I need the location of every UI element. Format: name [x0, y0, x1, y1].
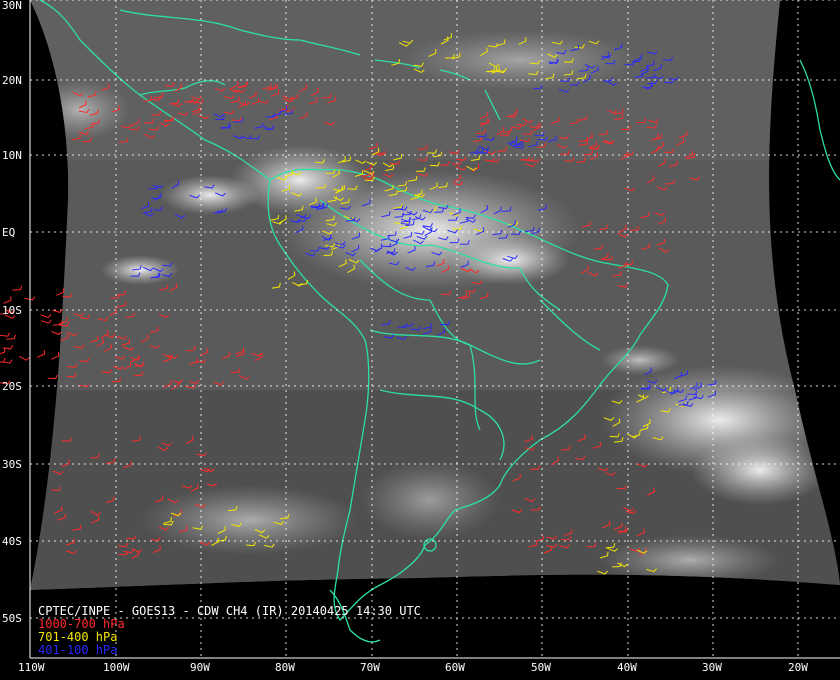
satellite-map	[0, 0, 840, 659]
lon-label: 70W	[360, 661, 380, 674]
wind-barb	[3, 296, 12, 304]
legend-high-level: 401-100 hPa	[38, 643, 118, 657]
lon-label: 50W	[531, 661, 551, 674]
wind-barb	[0, 332, 11, 337]
lat-label: 20N	[2, 74, 22, 87]
lon-label: 80W	[275, 661, 295, 674]
wind-barb	[2, 345, 14, 350]
wind-barb	[12, 285, 23, 291]
lat-label: 40S	[2, 535, 22, 548]
lon-label: 60W	[445, 661, 465, 674]
lat-label: 20S	[2, 380, 22, 393]
wind-barb	[47, 374, 58, 380]
lat-label: 30N	[2, 0, 22, 12]
lat-label: 10S	[2, 304, 22, 317]
wind-barb	[51, 330, 62, 336]
legend-low-level: 1000-700 hPa	[38, 617, 125, 631]
lon-label: 110W	[18, 661, 45, 674]
wind-barb	[18, 355, 30, 361]
wind-barb	[0, 348, 6, 355]
lon-label: 90W	[190, 661, 210, 674]
lon-label: 30W	[702, 661, 722, 674]
lon-label: 40W	[617, 661, 637, 674]
wind-barb	[51, 352, 60, 360]
imagery	[30, 0, 840, 590]
wind-barb	[56, 288, 65, 296]
wind-barb	[6, 334, 16, 340]
legend-mid-level: 701-400 hPa	[38, 630, 118, 644]
lon-label: 100W	[103, 661, 130, 674]
lat-label: 50S	[2, 612, 22, 625]
wind-barb	[36, 349, 46, 358]
lat-label: EQ	[2, 226, 16, 239]
lon-label: 20W	[788, 661, 808, 674]
wind-barb	[40, 314, 52, 319]
wind-barb	[40, 319, 52, 324]
lat-label: 10N	[2, 149, 22, 162]
lat-label: 30S	[2, 458, 22, 471]
map-title: CPTEC/INPE - GOES13 - CDW CH4 (IR) 20140…	[38, 604, 421, 618]
